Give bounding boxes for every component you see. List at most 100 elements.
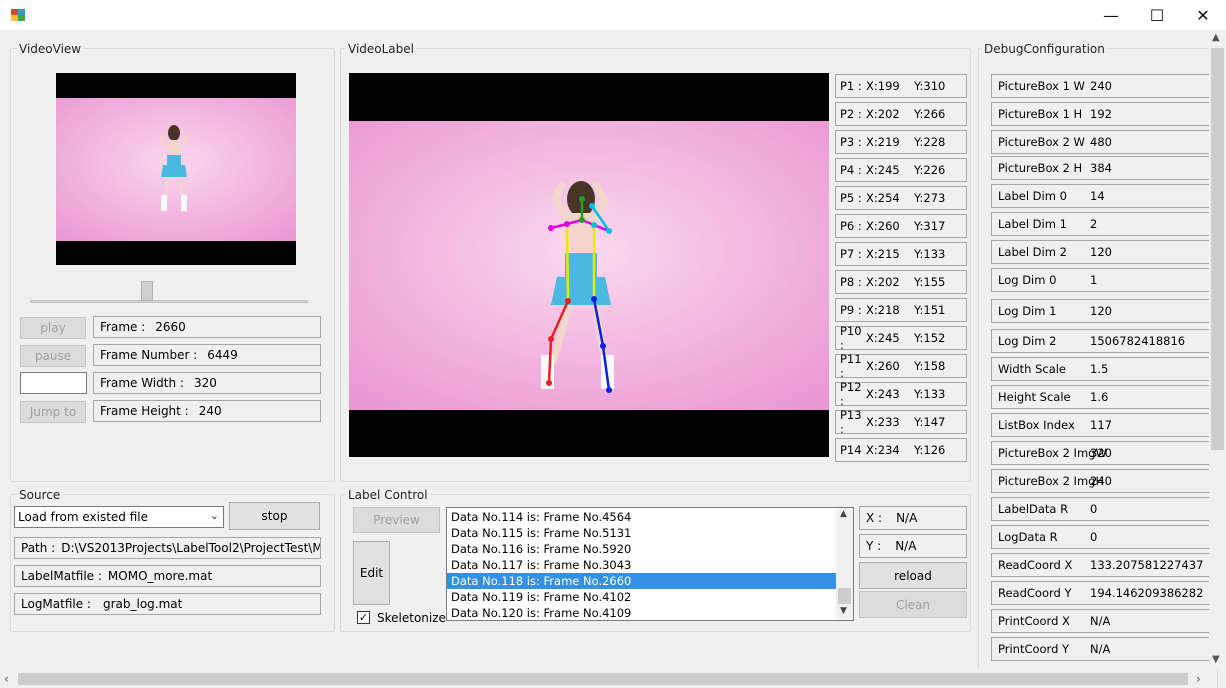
frame-slider-thumb[interactable] xyxy=(140,281,153,301)
list-scroll-thumb[interactable] xyxy=(838,588,851,604)
list-scroll-down-icon[interactable]: ▼ xyxy=(840,606,847,616)
debug-key: ReadCoord Y xyxy=(998,586,1072,600)
debug-key: Label Dim 1 xyxy=(998,217,1067,231)
scroll-left-icon[interactable]: ‹ xyxy=(4,672,9,686)
keypoint-name: P8 : xyxy=(840,275,862,289)
debug-key: PictureBox 2 H xyxy=(998,161,1083,175)
chevron-down-icon: ⌄ xyxy=(209,509,219,522)
debug-row: Label Dim 2 120 xyxy=(991,240,1211,264)
debug-value: 1.5 xyxy=(1090,362,1109,376)
minimize-icon: — xyxy=(1103,5,1119,25)
keypoint-field: P9 : X:218 Y:151 xyxy=(835,298,967,322)
vertical-scroll-thumb[interactable] xyxy=(1211,48,1224,450)
debug-key: PictureBox 2 ImgW xyxy=(998,446,1107,460)
stop-button[interactable]: stop xyxy=(229,502,320,530)
keypoint-x: X:260 xyxy=(866,359,900,373)
debug-value: N/A xyxy=(1090,642,1111,656)
debug-value: 117 xyxy=(1090,418,1112,432)
debug-value: 1 xyxy=(1090,273,1098,287)
list-item[interactable]: Data No.114 is: Frame No.4564 xyxy=(447,509,837,525)
debug-value: 240 xyxy=(1090,474,1112,488)
debug-key: Log Dim 1 xyxy=(998,304,1057,318)
debug-title: DebugConfiguration xyxy=(982,42,1107,56)
keypoint-name: P7 : xyxy=(840,247,862,261)
scroll-down-icon[interactable]: ▼ xyxy=(1212,654,1220,665)
debug-key: Label Dim 2 xyxy=(998,245,1067,259)
debug-value: 240 xyxy=(1090,79,1112,93)
keypoint-field: P14 X:234 Y:126 xyxy=(835,438,967,462)
keypoint-x: X:233 xyxy=(866,415,900,429)
list-item[interactable]: Data No.119 is: Frame No.4102 xyxy=(447,589,837,605)
close-button[interactable]: ✕ xyxy=(1180,0,1226,30)
skeletonize-checkbox[interactable]: ✓ xyxy=(357,611,370,624)
debug-row: PictureBox 2 H 384 xyxy=(991,156,1211,180)
jump-frame-input[interactable] xyxy=(20,372,87,394)
jump-to-button[interactable]: Jump to xyxy=(20,401,86,423)
frame-slider-track[interactable] xyxy=(30,300,308,303)
debug-key: Label Dim 0 xyxy=(998,189,1067,203)
list-item[interactable]: Data No.120 is: Frame No.4109 xyxy=(447,605,837,620)
keypoint-x: X:245 xyxy=(866,163,900,177)
debug-value: 133.207581227437 xyxy=(1090,558,1204,572)
debug-key: ReadCoord X xyxy=(998,558,1073,572)
list-item[interactable]: Data No.117 is: Frame No.3043 xyxy=(447,557,837,573)
listbox-scrollbar[interactable]: ▲ ▼ xyxy=(836,508,853,620)
maximize-button[interactable]: ☐ xyxy=(1134,0,1180,30)
keypoint-y: Y:133 xyxy=(914,387,946,401)
keypoint-y: Y:155 xyxy=(914,275,946,289)
debug-row: PictureBox 1 W 240 xyxy=(991,74,1211,98)
debug-key: PrintCoord X xyxy=(998,614,1070,628)
keypoint-name: P5 : xyxy=(840,191,862,205)
keypoint-x: X:243 xyxy=(866,387,900,401)
data-listbox[interactable]: Data No.114 is: Frame No.4564 Data No.115… xyxy=(446,507,854,621)
keypoint-field: P4 : X:245 Y:226 xyxy=(835,158,967,182)
debug-row: Log Dim 2 1506782418816 xyxy=(991,329,1211,353)
debug-value: 2 xyxy=(1090,217,1098,231)
keypoint-name: P10 : xyxy=(840,324,862,352)
source-dropdown[interactable]: Load from existed file ⌄ xyxy=(14,506,224,528)
keypoint-name: P6 : xyxy=(840,219,862,233)
debug-key: LogData R xyxy=(998,530,1058,544)
debug-key: ListBox Index xyxy=(998,418,1075,432)
keypoint-name: P14 xyxy=(840,443,862,457)
keypoint-y: Y:226 xyxy=(914,163,946,177)
debug-row: Log Dim 0 1 xyxy=(991,268,1211,292)
reload-button[interactable]: reload xyxy=(859,562,967,589)
keypoint-y: Y:152 xyxy=(914,331,946,345)
list-item[interactable]: Data No.118 is: Frame No.2660 xyxy=(447,573,837,589)
debug-value: 0 xyxy=(1090,502,1098,516)
keypoint-field: P5 : X:254 Y:273 xyxy=(835,186,967,210)
list-item[interactable]: Data No.115 is: Frame No.5131 xyxy=(447,525,837,541)
debug-key: Height Scale xyxy=(998,390,1071,404)
play-button[interactable]: play xyxy=(20,317,86,339)
clean-button[interactable]: Clean xyxy=(859,591,967,618)
keypoint-y: Y:133 xyxy=(914,247,946,261)
keypoint-field: P3 : X:219 Y:228 xyxy=(835,130,967,154)
frame-field: Frame :2660 xyxy=(93,316,321,338)
pause-button[interactable]: pause xyxy=(20,345,86,367)
title-bar xyxy=(0,0,1226,30)
label-picturebox[interactable] xyxy=(349,73,829,457)
keypoint-name: P2 : xyxy=(840,107,862,121)
horizontal-scrollbar[interactable]: ‹ › xyxy=(0,670,1209,688)
horizontal-scroll-thumb[interactable] xyxy=(18,673,1188,685)
keypoint-y: Y:126 xyxy=(914,443,946,457)
debug-row: LogData R 0 xyxy=(991,525,1211,549)
edit-button[interactable]: Edit xyxy=(353,541,390,605)
scroll-up-icon[interactable]: ▲ xyxy=(1212,32,1220,43)
debug-row: PictureBox 2 W 480 xyxy=(991,130,1211,154)
source-title: Source xyxy=(17,488,63,502)
scroll-right-icon[interactable]: › xyxy=(1196,672,1201,686)
vertical-scrollbar[interactable]: ▲ ▼ xyxy=(1209,30,1226,670)
list-item[interactable]: Data No.116 is: Frame No.5920 xyxy=(447,541,837,557)
debug-value: 1506782418816 xyxy=(1090,334,1186,348)
debug-value: 120 xyxy=(1090,245,1112,259)
debug-key: LabelData R xyxy=(998,502,1069,516)
checkmark-icon: ✓ xyxy=(358,611,369,624)
keypoint-name: P1 : xyxy=(840,79,862,93)
preview-button[interactable]: Preview xyxy=(353,507,440,533)
minimize-button[interactable]: — xyxy=(1088,0,1134,30)
list-scroll-up-icon[interactable]: ▲ xyxy=(840,509,847,519)
debug-row: ReadCoord X 133.207581227437 xyxy=(991,553,1211,577)
debug-row: Label Dim 0 14 xyxy=(991,184,1211,208)
